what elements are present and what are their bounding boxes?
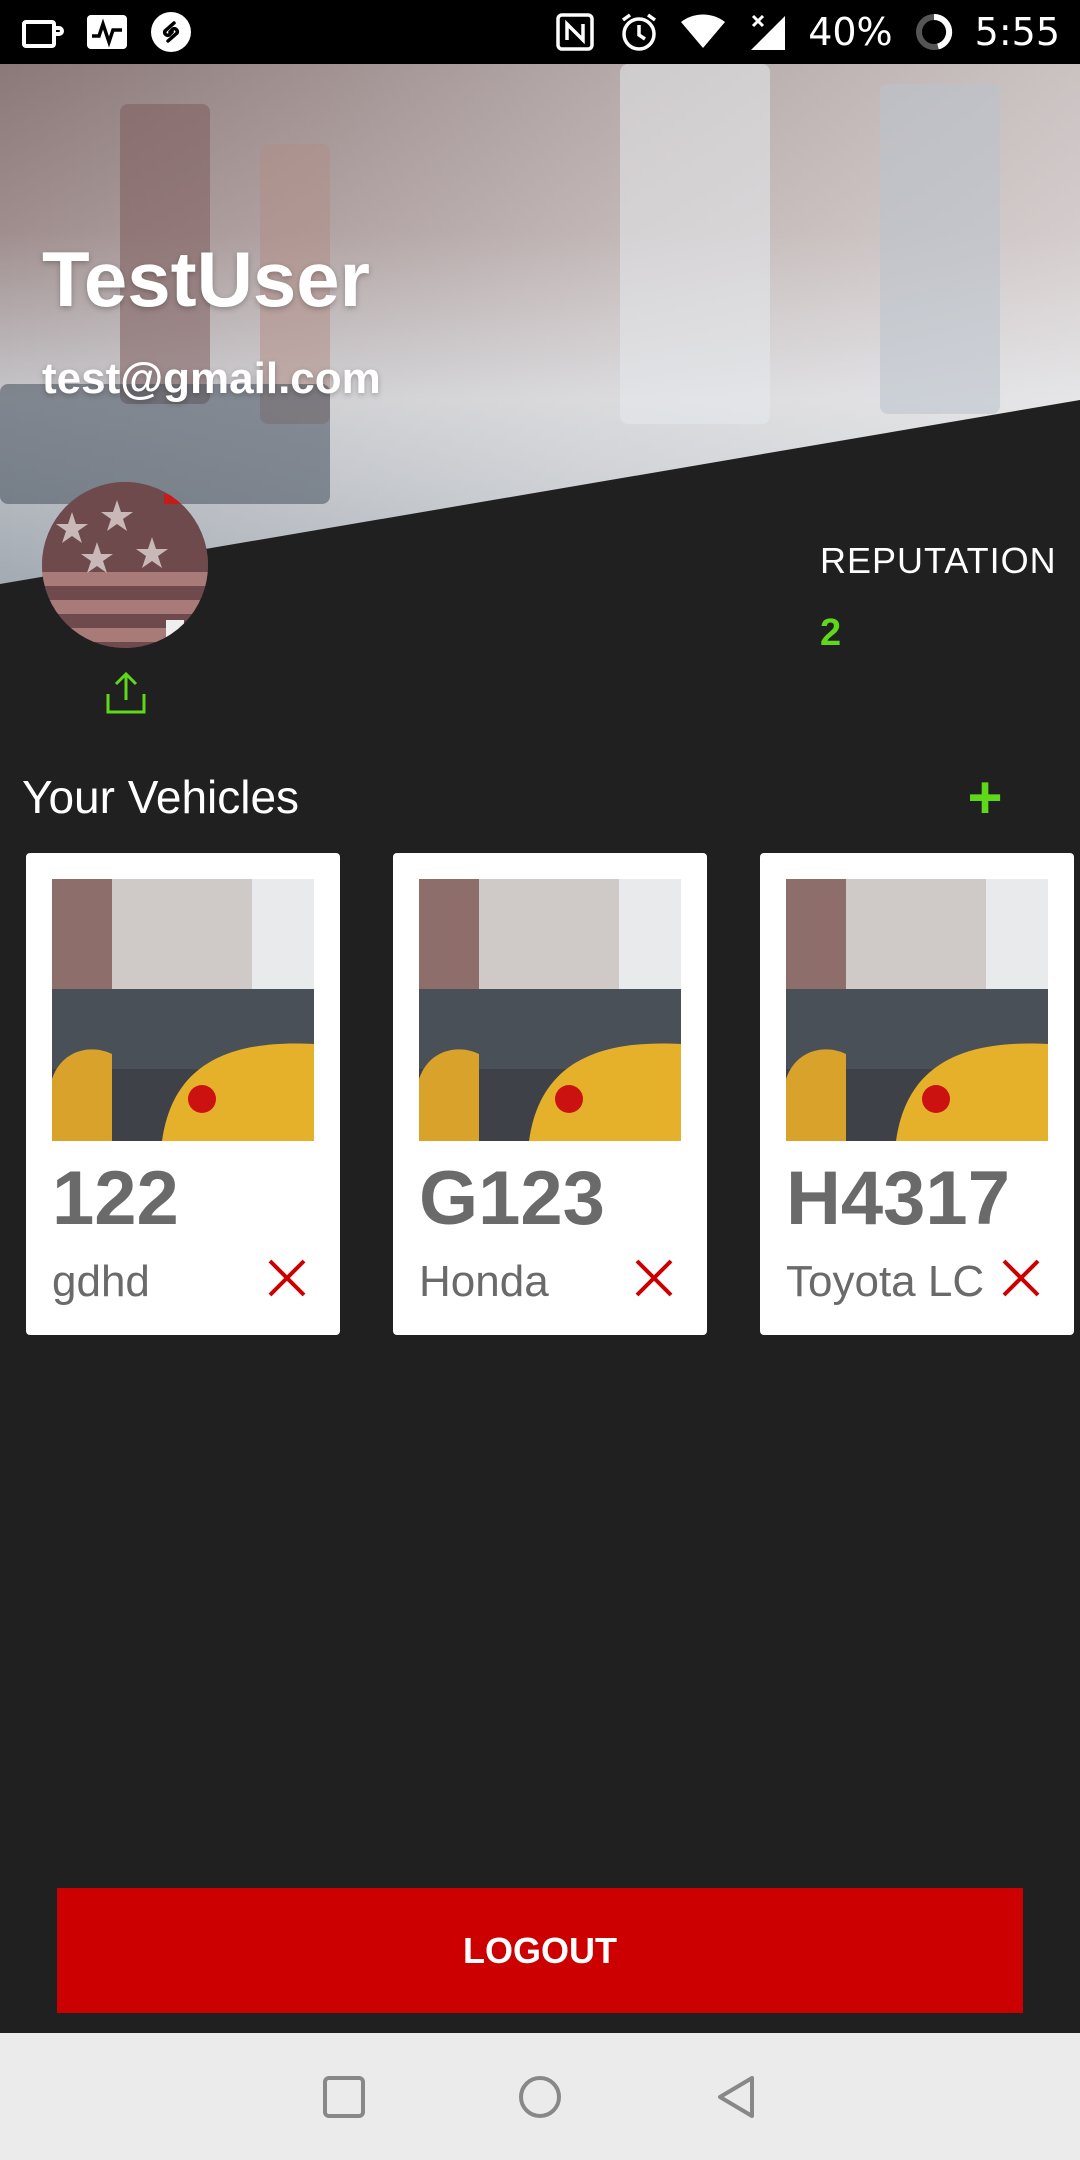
status-bar-right: 40% 5:55 bbox=[552, 9, 1060, 55]
vehicle-photo bbox=[52, 879, 314, 1141]
vehicle-plate: G123 bbox=[419, 1156, 605, 1241]
shazam-icon bbox=[148, 9, 194, 55]
back-triangle-icon bbox=[718, 2075, 754, 2118]
delete-vehicle-icon[interactable] bbox=[1000, 1257, 1042, 1299]
back-button[interactable] bbox=[708, 2069, 764, 2125]
alarm-icon bbox=[616, 9, 662, 55]
upload-avatar-icon[interactable] bbox=[104, 670, 148, 716]
nfc-icon bbox=[552, 9, 598, 55]
battery-percent: 40% bbox=[808, 10, 893, 54]
status-bar: 40% 5:55 bbox=[0, 0, 1080, 64]
user-name: TestUser bbox=[42, 235, 371, 323]
vehicles-section-title: Your Vehicles bbox=[22, 771, 300, 823]
vehicle-model: gdhd bbox=[52, 1257, 150, 1306]
vehicle-photo bbox=[419, 879, 681, 1141]
square-icon bbox=[323, 2075, 365, 2118]
vehicle-photo bbox=[786, 879, 1048, 1141]
user-email: test@gmail.com bbox=[42, 354, 381, 403]
vehicle-card[interactable]: H4317 Toyota LC bbox=[760, 853, 1074, 1335]
add-vehicle-button[interactable]: + bbox=[960, 768, 1010, 828]
wifi-icon bbox=[680, 9, 726, 55]
circle-icon bbox=[519, 2075, 561, 2118]
clock: 5:55 bbox=[974, 10, 1060, 54]
reputation-label: REPUTATION bbox=[820, 540, 1057, 581]
avatar[interactable] bbox=[42, 482, 208, 648]
avatar-image bbox=[42, 482, 208, 648]
home-button[interactable] bbox=[512, 2069, 568, 2125]
vehicle-card[interactable]: G123 Honda bbox=[393, 853, 707, 1335]
battery-ring-icon bbox=[911, 9, 957, 55]
vehicle-plate: 122 bbox=[52, 1156, 179, 1241]
status-bar-left bbox=[20, 9, 194, 55]
vehicle-plate: H4317 bbox=[786, 1156, 1010, 1241]
vehicle-model: Toyota LC bbox=[786, 1257, 985, 1306]
signal-icon bbox=[744, 9, 790, 55]
vehicle-carousel[interactable]: 122 gdhd G123 Honda H4317 Toyota LC bbox=[26, 853, 1080, 1337]
vehicle-model: Honda bbox=[419, 1257, 549, 1306]
reputation-value: 2 bbox=[820, 612, 842, 654]
vehicle-card[interactable]: 122 gdhd bbox=[26, 853, 340, 1335]
cup-icon bbox=[20, 9, 66, 55]
delete-vehicle-icon[interactable] bbox=[633, 1257, 675, 1299]
recents-button[interactable] bbox=[316, 2069, 372, 2125]
delete-vehicle-icon[interactable] bbox=[266, 1257, 308, 1299]
system-nav-bar bbox=[0, 2033, 1080, 2160]
activity-icon bbox=[84, 9, 130, 55]
logout-button[interactable]: LOGOUT bbox=[57, 1888, 1023, 2013]
